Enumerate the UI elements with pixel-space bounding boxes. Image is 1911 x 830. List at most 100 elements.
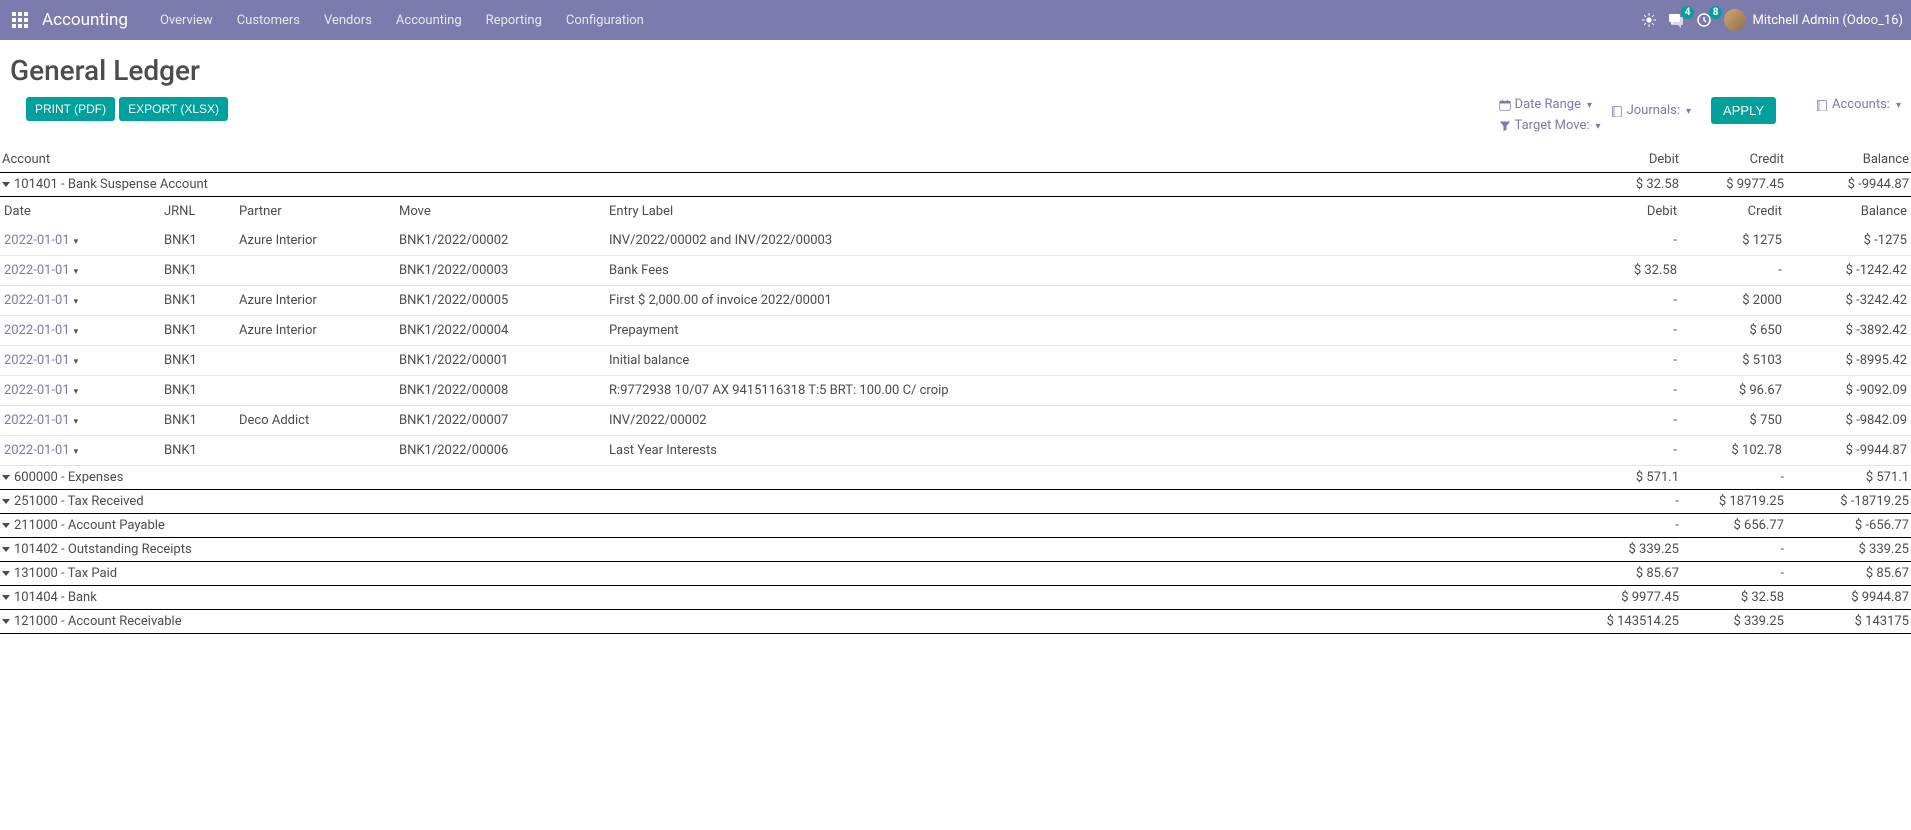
account-row[interactable]: 121000 - Account Receivable $ 143514.25 … [0,610,1911,634]
account-name: 121000 - Account Receivable [14,614,182,629]
export-xlsx-button[interactable]: EXPORT (XLSX) [119,97,228,121]
entry-balance: $ -9842.09 [1786,406,1911,436]
account-debit: $ 32.58 [1501,173,1681,197]
filter-accounts[interactable]: Accounts: [1816,97,1901,112]
entry-move: BNK1/2022/00001 [395,346,605,376]
nav-item-overview[interactable]: Overview [148,13,225,28]
account-credit: - [1681,466,1786,490]
navbar-right: 4 8 Mitchell Admin (Odoo_16) [1642,9,1903,31]
account-balance: $ -18719.25 [1786,490,1911,514]
apply-button[interactable]: APPLY [1711,97,1776,124]
nav-item-reporting[interactable]: Reporting [474,13,554,28]
entry-date-link[interactable]: 2022-01-01 [4,353,78,368]
entry-date-link[interactable]: 2022-01-01 [4,293,78,308]
nav-item-vendors[interactable]: Vendors [312,13,384,28]
entry-row: 2022-01-01 BNK1 BNK1/2022/00001 Initial … [0,346,1911,376]
clock-icon[interactable]: 8 [1696,12,1712,28]
entry-move: BNK1/2022/00007 [395,406,605,436]
account-row[interactable]: 211000 - Account Payable - $ 656.77 $ -6… [0,514,1911,538]
account-credit: $ 32.58 [1681,586,1786,610]
entry-credit: $ 5103 [1681,346,1786,376]
nav-item-customers[interactable]: Customers [225,13,312,28]
col-credit: Credit [1681,147,1786,173]
expand-icon[interactable] [2,523,10,528]
entry-balance: $ -3242.42 [1786,286,1911,316]
entry-jrnl: BNK1 [160,316,235,346]
expand-icon[interactable] [2,571,10,576]
entry-debit: - [1501,316,1681,346]
navbar: Accounting OverviewCustomersVendorsAccou… [0,0,1911,40]
nav-item-accounting[interactable]: Accounting [384,13,474,28]
chat-icon[interactable]: 4 [1668,12,1684,28]
user-menu[interactable]: Mitchell Admin (Odoo_16) [1724,9,1903,31]
col-entry-label: Entry Label [605,197,1501,227]
entry-date-link[interactable]: 2022-01-01 [4,413,78,428]
entry-row: 2022-01-01 BNK1 BNK1/2022/00008 R:977293… [0,376,1911,406]
print-pdf-button[interactable]: PRINT (PDF) [26,97,115,121]
entry-date-link[interactable]: 2022-01-01 [4,383,78,398]
col-account: Account [0,147,1501,173]
account-balance: $ -9944.87 [1786,173,1911,197]
entry-date-link[interactable]: 2022-01-01 [4,443,78,458]
account-balance: $ 143175 [1786,610,1911,634]
col-balance: Balance [1786,147,1911,173]
entry-date-link[interactable]: 2022-01-01 [4,323,78,338]
entry-row: 2022-01-01 BNK1 Deco Addict BNK1/2022/00… [0,406,1911,436]
account-name: 101401 - Bank Suspense Account [14,177,208,192]
brand[interactable]: Accounting [42,10,128,30]
account-row[interactable]: 101404 - Bank $ 9977.45 $ 32.58 $ 9944.8… [0,586,1911,610]
account-row[interactable]: 131000 - Tax Paid $ 85.67 - $ 85.67 [0,562,1911,586]
entry-move: BNK1/2022/00006 [395,436,605,466]
user-name: Mitchell Admin (Odoo_16) [1752,13,1903,28]
entry-balance: $ -9092.09 [1786,376,1911,406]
col-balance: Balance [1786,197,1911,227]
expand-icon[interactable] [2,499,10,504]
entry-label: First $ 2,000.00 of invoice 2022/00001 [605,286,1501,316]
account-debit: $ 85.67 [1501,562,1681,586]
entry-balance: $ -9944.87 [1786,436,1911,466]
entry-balance: $ -8995.42 [1786,346,1911,376]
account-row[interactable]: 101402 - Outstanding Receipts $ 339.25 -… [0,538,1911,562]
entries-header-row: Date JRNL Partner Move Entry Label Debit… [0,197,1911,227]
account-balance: $ -656.77 [1786,514,1911,538]
filter-journals[interactable]: Journals: [1611,103,1691,118]
expand-icon[interactable] [2,547,10,552]
account-name: 211000 - Account Payable [14,518,165,533]
entry-date-link[interactable]: 2022-01-01 [4,233,78,248]
entry-row: 2022-01-01 BNK1 Azure Interior BNK1/2022… [0,316,1911,346]
entry-row: 2022-01-01 BNK1 Azure Interior BNK1/2022… [0,226,1911,256]
account-debit: $ 339.25 [1501,538,1681,562]
apps-icon[interactable] [8,8,32,32]
entry-jrnl: BNK1 [160,256,235,286]
filter-date-range[interactable]: Date Range [1499,97,1592,112]
entry-debit: - [1501,286,1681,316]
debug-icon[interactable] [1642,13,1656,27]
account-name: 131000 - Tax Paid [14,566,117,581]
entry-partner [235,436,395,466]
entry-partner [235,376,395,406]
expand-icon[interactable] [2,182,10,187]
filter-target-move[interactable]: Target Move: [1499,118,1601,133]
entry-date-link[interactable]: 2022-01-01 [4,263,78,278]
account-name: 600000 - Expenses [14,470,123,485]
col-date: Date [0,197,160,227]
account-debit: $ 571.1 [1501,466,1681,490]
expand-icon[interactable] [2,595,10,600]
account-balance: $ 339.25 [1786,538,1911,562]
account-credit: $ 339.25 [1681,610,1786,634]
entry-jrnl: BNK1 [160,406,235,436]
account-row[interactable]: 600000 - Expenses $ 571.1 - $ 571.1 [0,466,1911,490]
entry-debit: - [1501,226,1681,256]
account-credit: $ 9977.45 [1681,173,1786,197]
account-row[interactable]: 251000 - Tax Received - $ 18719.25 $ -18… [0,490,1911,514]
expand-icon[interactable] [2,475,10,480]
nav-item-configuration[interactable]: Configuration [554,13,656,28]
account-credit: $ 656.77 [1681,514,1786,538]
entry-row: 2022-01-01 BNK1 Azure Interior BNK1/2022… [0,286,1911,316]
account-row[interactable]: 101401 - Bank Suspense Account $ 32.58 $… [0,173,1911,197]
entry-label: INV/2022/00002 [605,406,1501,436]
entry-partner [235,256,395,286]
account-header-row: Account Debit Credit Balance [0,147,1911,173]
expand-icon[interactable] [2,619,10,624]
account-credit: - [1681,538,1786,562]
